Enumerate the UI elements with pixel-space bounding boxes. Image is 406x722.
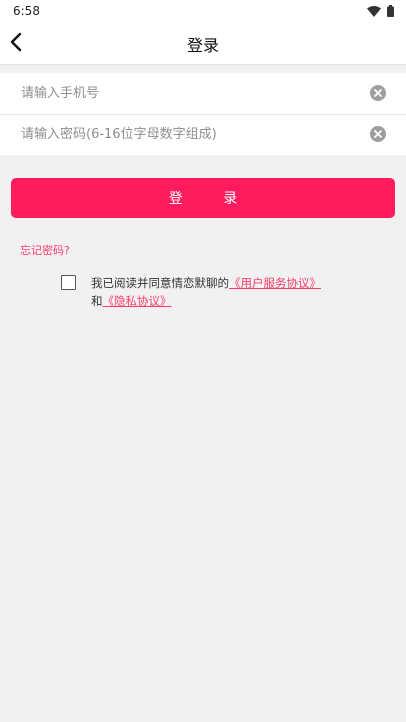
phone-input[interactable] <box>21 81 351 105</box>
agreement-text: 我已阅读并同意情恋默聊的《用户服务协议》 和《隐私协议》 <box>91 274 391 310</box>
clear-password-icon[interactable] <box>370 126 386 142</box>
app-bar: 登录 <box>0 22 406 65</box>
privacy-agreement-link[interactable]: 《隐私协议》 <box>103 294 172 308</box>
status-icons <box>367 5 394 17</box>
login-button[interactable]: 登 录 <box>11 178 395 218</box>
login-form <box>0 73 406 155</box>
phone-row <box>0 73 406 115</box>
forgot-password-link[interactable]: 忘记密码? <box>20 242 70 258</box>
page-title: 登录 <box>186 36 219 55</box>
status-bar: 6:58 <box>0 0 406 22</box>
password-input[interactable] <box>21 122 351 146</box>
clear-phone-icon[interactable] <box>370 85 386 101</box>
status-time: 6:58 <box>13 4 40 18</box>
agreement-checkbox[interactable] <box>61 275 76 290</box>
agreement-prefix: 我已阅读并同意情恋默聊的 <box>91 276 229 290</box>
user-agreement-link[interactable]: 《用户服务协议》 <box>229 276 321 290</box>
wifi-icon <box>367 5 381 17</box>
password-row <box>0 114 406 155</box>
battery-icon <box>387 5 394 17</box>
agreement-and: 和 <box>91 294 103 308</box>
